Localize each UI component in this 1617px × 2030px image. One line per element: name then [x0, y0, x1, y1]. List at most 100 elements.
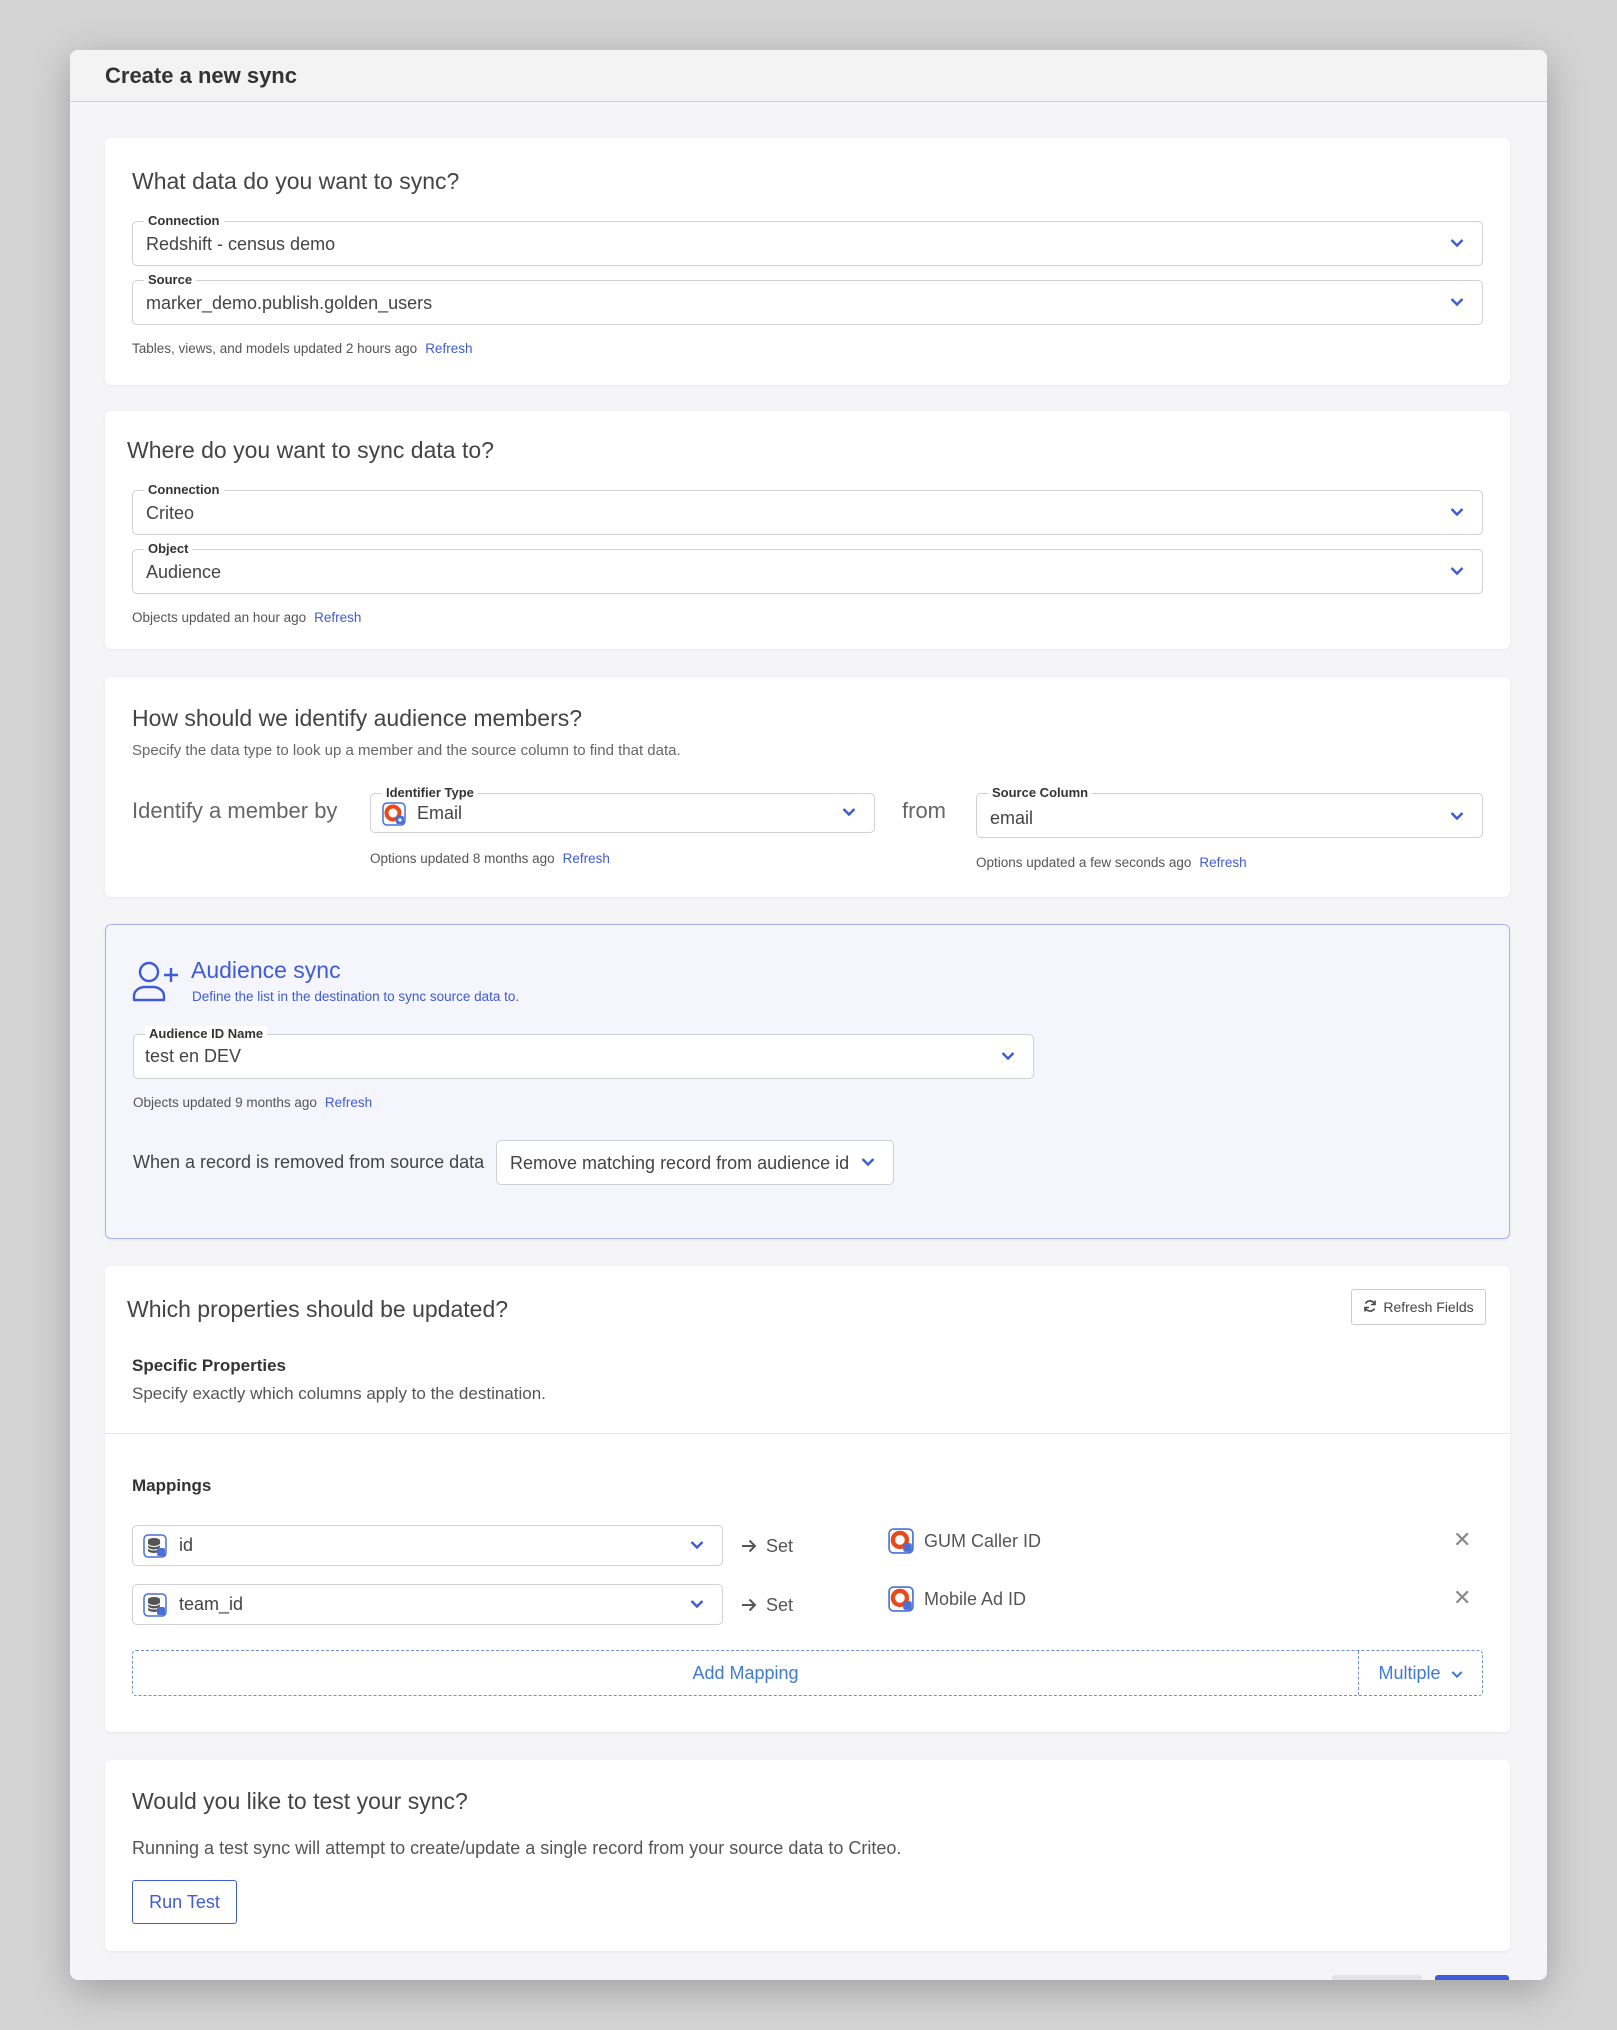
- mapping-source-select[interactable]: id: [132, 1525, 723, 1566]
- identify-lead-text: Identify a member by: [132, 798, 338, 823]
- audience-card-subtitle: Define the list in the destination to sy…: [192, 989, 520, 1004]
- mapping-set-label: Set: [766, 1536, 794, 1556]
- identifier-hint: Options updated 8 months ago Refresh: [370, 851, 610, 866]
- criteo-icon: [382, 802, 406, 826]
- column-hint: Options updated a few seconds ago Refresh: [976, 855, 1247, 870]
- chevron-down-icon: [1450, 566, 1464, 578]
- criteo-icon: [888, 1528, 914, 1554]
- add-user-icon: [131, 960, 179, 1007]
- source-card-title: What data do you want to sync?: [132, 168, 460, 194]
- specific-properties-title: Specific Properties: [132, 1356, 287, 1375]
- dest-connection-value: Criteo: [146, 503, 195, 523]
- database-icon: [143, 1534, 167, 1558]
- refresh-icon: [1363, 1299, 1377, 1316]
- source-table-label: Source: [144, 272, 197, 288]
- test-card: Would you like to test your sync? Runnin…: [105, 1760, 1510, 1951]
- chevron-down-icon: [690, 1540, 704, 1552]
- audience-id-value: test en DEV: [145, 1046, 242, 1066]
- identifier-type-value: Email: [417, 803, 463, 823]
- audience-refresh-link[interactable]: Refresh: [325, 1095, 372, 1110]
- source-column-label: Source Column: [988, 785, 1093, 801]
- specific-properties-subtitle: Specify exactly which columns apply to t…: [132, 1384, 546, 1403]
- dest-connection-label: Connection: [144, 482, 224, 498]
- column-refresh-link[interactable]: Refresh: [1199, 855, 1246, 870]
- arrow-right-icon: [741, 1539, 757, 1558]
- mapping-destination-field: GUM Caller ID: [924, 1531, 1042, 1551]
- dest-hint: Objects updated an hour ago Refresh: [132, 610, 361, 625]
- chevron-down-icon: [1450, 811, 1464, 823]
- removed-record-label: When a record is removed from source dat…: [133, 1152, 485, 1172]
- identifier-type-select[interactable]: Identifier Type Email: [370, 785, 875, 833]
- dest-object-select[interactable]: Object Audience: [132, 541, 1483, 594]
- arrow-right-icon: [741, 1598, 757, 1617]
- audience-hint: Objects updated 9 months ago Refresh: [133, 1095, 372, 1110]
- refresh-fields-label: Refresh Fields: [1383, 1299, 1474, 1315]
- column-hint-text: Options updated a few seconds ago: [976, 855, 1192, 870]
- dest-hint-text: Objects updated an hour ago: [132, 610, 307, 625]
- source-refresh-link[interactable]: Refresh: [425, 341, 472, 356]
- identifier-type-label: Identifier Type: [382, 785, 478, 801]
- properties-card: Which properties should be updated? Refr…: [105, 1266, 1510, 1732]
- criteo-icon: [888, 1586, 914, 1612]
- chevron-down-icon: [1450, 507, 1464, 519]
- chevron-down-icon: [861, 1157, 875, 1169]
- dest-object-label: Object: [144, 541, 193, 557]
- remove-mapping-button[interactable]: ✕: [1453, 1527, 1471, 1553]
- identify-card: How should we identify audience members?…: [105, 677, 1510, 897]
- create-sync-modal: Create a new sync What data do you want …: [70, 50, 1547, 1980]
- identifier-hint-text: Options updated 8 months ago: [370, 851, 555, 866]
- properties-card-title: Which properties should be updated?: [127, 1296, 509, 1322]
- add-mapping-button[interactable]: Add Mapping: [133, 1651, 1358, 1695]
- remove-mapping-button[interactable]: ✕: [1453, 1585, 1471, 1611]
- from-text: from: [902, 798, 946, 823]
- source-card: What data do you want to sync? Connectio…: [105, 138, 1510, 385]
- identifier-refresh-link[interactable]: Refresh: [563, 851, 610, 866]
- mapping-set-label: Set: [766, 1595, 794, 1615]
- source-connection-select[interactable]: Connection Redshift - census demo: [132, 213, 1483, 266]
- run-test-button[interactable]: Run Test: [132, 1880, 237, 1924]
- dest-connection-select[interactable]: Connection Criteo: [132, 482, 1483, 535]
- removed-record-select[interactable]: Remove matching record from audience id: [496, 1140, 894, 1185]
- source-connection-label: Connection: [144, 213, 224, 229]
- source-hint-text: Tables, views, and models updated 2 hour…: [132, 341, 418, 356]
- modal-header: Create a new sync: [70, 50, 1547, 102]
- removed-record-value: Remove matching record from audience id: [510, 1153, 850, 1173]
- audience-card: Audience sync Define the list in the des…: [105, 924, 1510, 1239]
- modal-title: Create a new sync: [105, 62, 297, 88]
- add-mapping-bar: Add Mapping Multiple: [132, 1650, 1483, 1696]
- multiple-label: Multiple: [1378, 1662, 1441, 1683]
- source-connection-value: Redshift - census demo: [146, 234, 336, 254]
- mapping-source-value: team_id: [179, 1594, 244, 1614]
- audience-id-label: Audience ID Name: [145, 1026, 268, 1042]
- divider: [105, 1433, 1510, 1434]
- chevron-down-icon: [690, 1599, 704, 1611]
- chevron-down-icon: [1451, 1663, 1463, 1684]
- multiple-dropdown[interactable]: Multiple: [1358, 1651, 1482, 1695]
- dest-refresh-link[interactable]: Refresh: [314, 610, 361, 625]
- destination-card-title: Where do you want to sync data to?: [127, 437, 494, 463]
- chevron-down-icon: [1450, 238, 1464, 250]
- chevron-down-icon: [1450, 297, 1464, 309]
- source-table-select[interactable]: Source marker_demo.publish.golden_users: [132, 272, 1483, 325]
- source-table-value: marker_demo.publish.golden_users: [146, 293, 433, 313]
- audience-hint-text: Objects updated 9 months ago: [133, 1095, 317, 1110]
- source-column-value: email: [990, 808, 1034, 828]
- cancel-button[interactable]: [1332, 1975, 1422, 1980]
- identify-card-subtitle: Specify the data type to look up a membe…: [132, 742, 681, 759]
- mapping-source-select[interactable]: team_id: [132, 1584, 723, 1625]
- source-column-select[interactable]: Source Column email: [976, 785, 1483, 838]
- mappings-title: Mappings: [132, 1476, 212, 1495]
- destination-card: Where do you want to sync data to? Conne…: [105, 411, 1510, 649]
- mapping-destination-field: Mobile Ad ID: [924, 1589, 1027, 1609]
- source-hint: Tables, views, and models updated 2 hour…: [132, 341, 472, 356]
- dest-object-value: Audience: [146, 562, 222, 582]
- test-card-title: Would you like to test your sync?: [132, 1788, 468, 1814]
- refresh-fields-button[interactable]: Refresh Fields: [1351, 1289, 1486, 1325]
- save-button[interactable]: [1435, 1975, 1509, 1980]
- mapping-source-value: id: [179, 1535, 194, 1555]
- database-icon: [143, 1593, 167, 1617]
- test-card-text: Running a test sync will attempt to crea…: [132, 1838, 902, 1858]
- chevron-down-icon: [842, 807, 856, 819]
- chevron-down-icon: [1001, 1051, 1015, 1063]
- audience-id-select[interactable]: Audience ID Name test en DEV: [133, 1026, 1034, 1079]
